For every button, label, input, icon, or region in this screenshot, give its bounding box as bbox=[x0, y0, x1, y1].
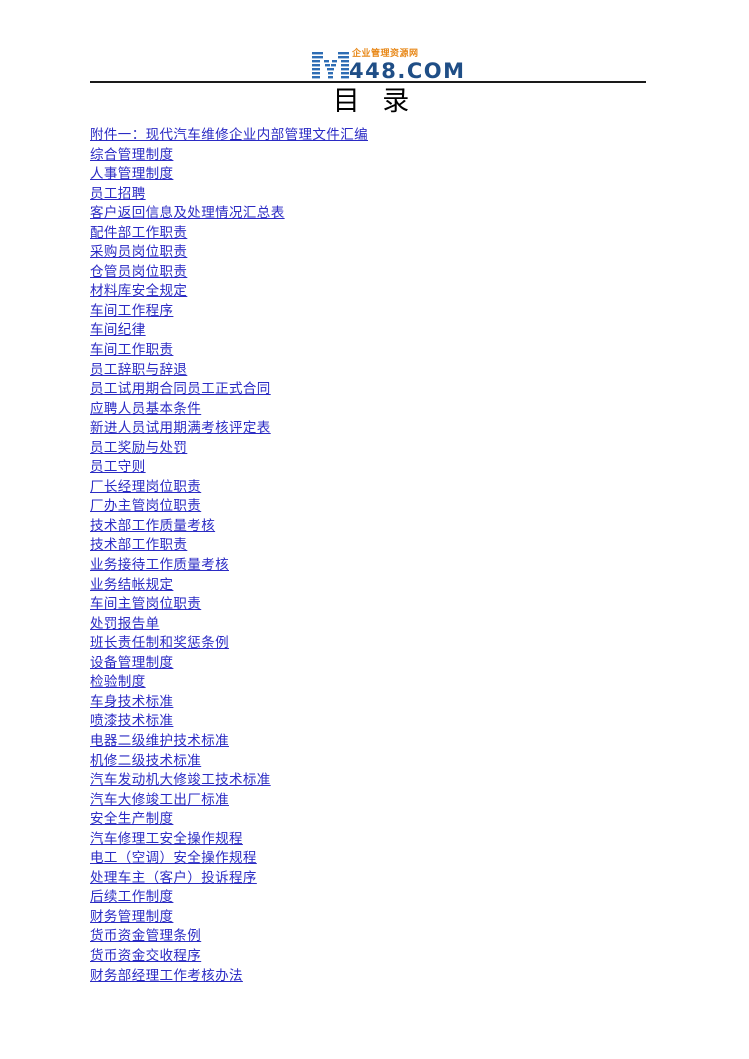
toc-link[interactable]: 货币资金管理条例 bbox=[90, 928, 201, 944]
toc-link[interactable]: 车间工作职责 bbox=[90, 342, 173, 358]
toc-entry: 附件一：现代汽车维修企业内部管理文件汇编 bbox=[90, 124, 650, 144]
toc-link[interactable]: 财务部经理工作考核办法 bbox=[90, 968, 243, 984]
toc-entry: 处罚报告单 bbox=[90, 613, 650, 633]
toc-entry: 检验制度 bbox=[90, 671, 650, 691]
toc-entry: 员工辞职与辞退 bbox=[90, 359, 650, 379]
toc-link[interactable]: 客户返回信息及处理情况汇总表 bbox=[90, 205, 285, 221]
toc-entry: 车身技术标准 bbox=[90, 691, 650, 711]
toc-link[interactable]: 电器二级维护技术标准 bbox=[90, 733, 229, 749]
toc-link[interactable]: 车身技术标准 bbox=[90, 694, 173, 710]
toc-link[interactable]: 处理车主（客户）投诉程序 bbox=[90, 870, 257, 886]
header-divider bbox=[90, 81, 646, 83]
toc-link[interactable]: 材料库安全规定 bbox=[90, 283, 187, 299]
toc-entry: 车间工作程序 bbox=[90, 300, 650, 320]
toc-entry: 货币资金管理条例 bbox=[90, 925, 650, 945]
toc-link[interactable]: 综合管理制度 bbox=[90, 147, 173, 163]
toc-link[interactable]: 财务管理制度 bbox=[90, 909, 173, 925]
toc-entry: 车间工作职责 bbox=[90, 339, 650, 359]
toc-entry: 技术部工作质量考核 bbox=[90, 515, 650, 535]
toc-link[interactable]: 安全生产制度 bbox=[90, 811, 173, 827]
toc-entry: 材料库安全规定 bbox=[90, 280, 650, 300]
toc-link[interactable]: 应聘人员基本条件 bbox=[90, 401, 201, 417]
document-page: 企业管理资源网 448.COM 目 录 附件一：现代汽车维修企业内部管理文件汇编… bbox=[0, 0, 749, 1059]
toc-link[interactable]: 人事管理制度 bbox=[90, 166, 173, 182]
toc-link[interactable]: 厂办主管岗位职责 bbox=[90, 498, 201, 514]
toc-entry: 设备管理制度 bbox=[90, 652, 650, 672]
toc-link[interactable]: 检验制度 bbox=[90, 674, 146, 690]
toc-entry: 汽车发动机大修竣工技术标准 bbox=[90, 769, 650, 789]
toc-entry: 机修二级技术标准 bbox=[90, 750, 650, 770]
toc-entry: 电工（空调）安全操作规程 bbox=[90, 847, 650, 867]
toc-link[interactable]: 喷漆技术标准 bbox=[90, 713, 173, 729]
toc-entry: 业务接待工作质量考核 bbox=[90, 554, 650, 574]
toc-entry: 喷漆技术标准 bbox=[90, 710, 650, 730]
toc-link[interactable]: 配件部工作职责 bbox=[90, 225, 187, 241]
toc-link[interactable]: 员工守则 bbox=[90, 459, 146, 475]
toc-entry: 厂长经理岗位职责 bbox=[90, 476, 650, 496]
toc-link[interactable]: 车间工作程序 bbox=[90, 303, 173, 319]
toc-link[interactable]: 处罚报告单 bbox=[90, 616, 160, 632]
toc-link[interactable]: 车间主管岗位职责 bbox=[90, 596, 201, 612]
toc-entry: 电器二级维护技术标准 bbox=[90, 730, 650, 750]
toc-link[interactable]: 附件一：现代汽车维修企业内部管理文件汇编 bbox=[90, 127, 368, 143]
toc-entry: 业务结帐规定 bbox=[90, 574, 650, 594]
toc-entry: 采购员岗位职责 bbox=[90, 241, 650, 261]
toc-link[interactable]: 业务接待工作质量考核 bbox=[90, 557, 229, 573]
toc-link[interactable]: 车间纪律 bbox=[90, 322, 146, 338]
toc-entry: 汽车修理工安全操作规程 bbox=[90, 828, 650, 848]
toc-link[interactable]: 员工奖励与处罚 bbox=[90, 440, 187, 456]
toc-entry: 处理车主（客户）投诉程序 bbox=[90, 867, 650, 887]
toc-link[interactable]: 员工辞职与辞退 bbox=[90, 362, 187, 378]
toc-entry: 班长责任制和奖惩条例 bbox=[90, 632, 650, 652]
toc-entry: 厂办主管岗位职责 bbox=[90, 495, 650, 515]
toc-entry: 员工招聘 bbox=[90, 183, 650, 203]
toc-entry: 后续工作制度 bbox=[90, 886, 650, 906]
logo-domain-text: 448.COM bbox=[349, 59, 466, 83]
toc-entry: 车间主管岗位职责 bbox=[90, 593, 650, 613]
toc-link[interactable]: 员工招聘 bbox=[90, 186, 146, 202]
toc-entry: 综合管理制度 bbox=[90, 144, 650, 164]
site-logo: 企业管理资源网 448.COM bbox=[311, 47, 464, 83]
toc-entry: 仓管员岗位职责 bbox=[90, 261, 650, 281]
toc-link[interactable]: 技术部工作职责 bbox=[90, 537, 187, 553]
toc-link[interactable]: 后续工作制度 bbox=[90, 889, 173, 905]
toc-link[interactable]: 业务结帐规定 bbox=[90, 577, 173, 593]
toc-link[interactable]: 货币资金交收程序 bbox=[90, 948, 201, 964]
toc-entry: 车间纪律 bbox=[90, 319, 650, 339]
toc-entry: 应聘人员基本条件 bbox=[90, 398, 650, 418]
toc-link[interactable]: 机修二级技术标准 bbox=[90, 753, 201, 769]
toc-link[interactable]: 班长责任制和奖惩条例 bbox=[90, 635, 229, 651]
toc-link[interactable]: 新进人员试用期满考核评定表 bbox=[90, 420, 271, 436]
toc-link[interactable]: 厂长经理岗位职责 bbox=[90, 479, 201, 495]
toc-link[interactable]: 汽车大修竣工出厂标准 bbox=[90, 792, 229, 808]
toc-entry: 配件部工作职责 bbox=[90, 222, 650, 242]
toc-link[interactable]: 技术部工作质量考核 bbox=[90, 518, 215, 534]
toc-entry: 员工守则 bbox=[90, 456, 650, 476]
toc-link[interactable]: 汽车发动机大修竣工技术标准 bbox=[90, 772, 271, 788]
toc-link[interactable]: 汽车修理工安全操作规程 bbox=[90, 831, 243, 847]
toc-entry: 新进人员试用期满考核评定表 bbox=[90, 417, 650, 437]
toc-entry: 客户返回信息及处理情况汇总表 bbox=[90, 202, 650, 222]
toc-entry: 员工奖励与处罚 bbox=[90, 437, 650, 457]
logo-m-mark bbox=[312, 52, 349, 79]
toc-link[interactable]: 仓管员岗位职责 bbox=[90, 264, 187, 280]
toc-link[interactable]: 设备管理制度 bbox=[90, 655, 173, 671]
toc-entry: 技术部工作职责 bbox=[90, 534, 650, 554]
toc-link[interactable]: 采购员岗位职责 bbox=[90, 244, 187, 260]
toc-entry: 汽车大修竣工出厂标准 bbox=[90, 789, 650, 809]
toc-entry: 人事管理制度 bbox=[90, 163, 650, 183]
table-of-contents: 附件一：现代汽车维修企业内部管理文件汇编 综合管理制度 人事管理制度 员工招聘客户返回… bbox=[90, 124, 650, 984]
toc-link[interactable]: 员工试用期合同员工正式合同 bbox=[90, 381, 271, 397]
toc-entry: 货币资金交收程序 bbox=[90, 945, 650, 965]
toc-link[interactable]: 电工（空调）安全操作规程 bbox=[90, 850, 257, 866]
toc-entry: 财务部经理工作考核办法 bbox=[90, 965, 650, 985]
toc-entry: 财务管理制度 bbox=[90, 906, 650, 926]
toc-entry: 安全生产制度 bbox=[90, 808, 650, 828]
toc-entry: 员工试用期合同员工正式合同 bbox=[90, 378, 650, 398]
page-title: 目 录 bbox=[332, 86, 417, 117]
